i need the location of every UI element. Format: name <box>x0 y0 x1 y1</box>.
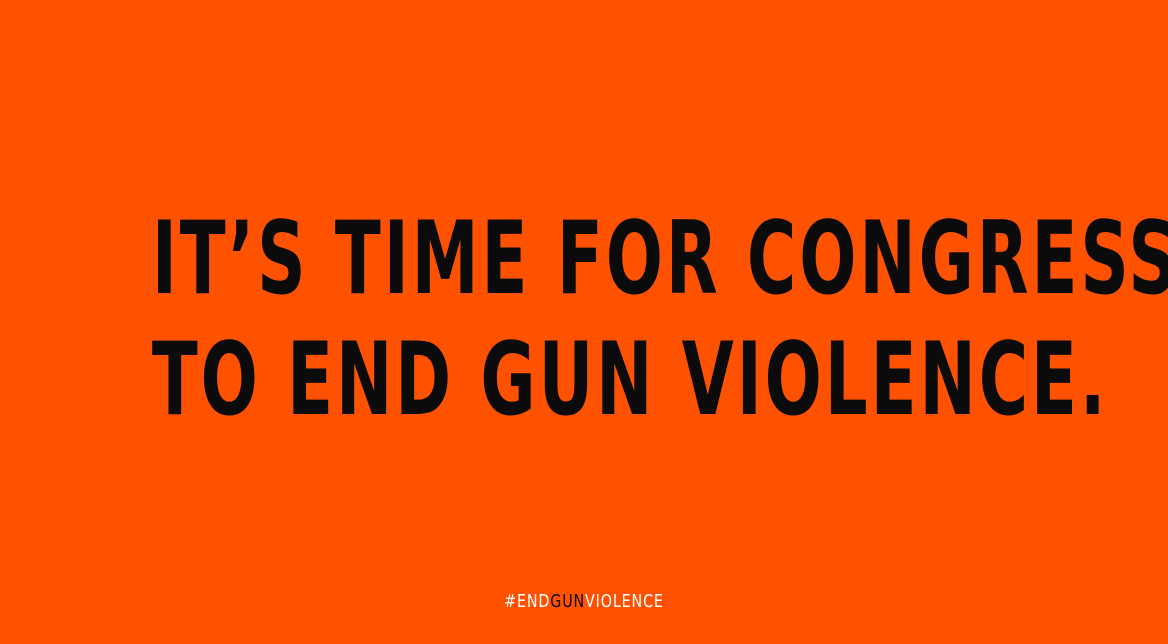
poster-background: IT’S TIME FOR CONGRESS TO END GUN VIOLEN… <box>0 0 1168 644</box>
hashtag-part-violence: VIOLENCE <box>585 591 664 612</box>
hashtag-part-end: #END <box>504 591 551 612</box>
headline-line-2: TO END GUN VIOLENCE. <box>151 320 1109 439</box>
hashtag: #ENDGUNVIOLENCE <box>70 591 1098 612</box>
headline: IT’S TIME FOR CONGRESS TO END GUN VIOLEN… <box>151 198 1168 440</box>
hashtag-part-gun: GUN <box>550 591 586 612</box>
headline-line-1: IT’S TIME FOR CONGRESS <box>151 199 1168 317</box>
